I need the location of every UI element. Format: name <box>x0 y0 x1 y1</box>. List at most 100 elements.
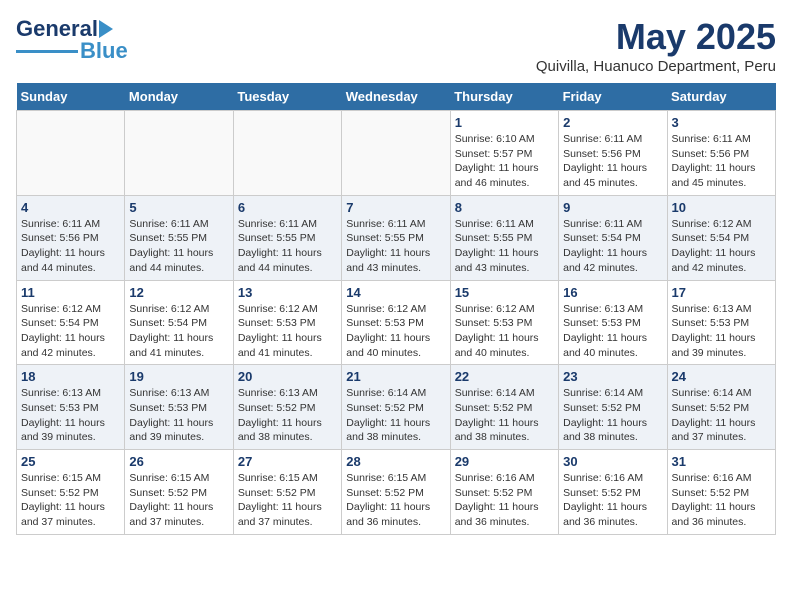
day-number: 29 <box>455 454 554 469</box>
day-info: Sunrise: 6:12 AM Sunset: 5:54 PM Dayligh… <box>21 302 120 361</box>
logo-arrow-icon <box>99 20 121 38</box>
day-info: Sunrise: 6:14 AM Sunset: 5:52 PM Dayligh… <box>672 386 771 445</box>
calendar-cell: 27 Sunrise: 6:15 AM Sunset: 5:52 PM Dayli… <box>233 450 341 535</box>
calendar-cell: 25 Sunrise: 6:15 AM Sunset: 5:52 PM Dayli… <box>17 450 125 535</box>
day-info: Sunrise: 6:12 AM Sunset: 5:54 PM Dayligh… <box>129 302 228 361</box>
calendar-cell: 30Sunrise: 6:16 AM Sunset: 5:52 PM Dayli… <box>559 450 667 535</box>
day-info: Sunrise: 6:11 AM Sunset: 5:55 PM Dayligh… <box>455 217 554 276</box>
weekday-header-sunday: Sunday <box>17 83 125 111</box>
day-number: 31 <box>672 454 771 469</box>
calendar-cell: 2 Sunrise: 6:11 AM Sunset: 5:56 PM Daylig… <box>559 111 667 196</box>
calendar-cell <box>342 111 450 196</box>
day-info: Sunrise: 6:13 AM Sunset: 5:53 PM Dayligh… <box>21 386 120 445</box>
day-info: Sunrise: 6:11 AM Sunset: 5:55 PM Dayligh… <box>346 217 445 276</box>
day-number: 9 <box>563 200 662 215</box>
day-number: 10 <box>672 200 771 215</box>
day-number: 7 <box>346 200 445 215</box>
day-info: Sunrise: 6:13 AM Sunset: 5:52 PM Dayligh… <box>238 386 337 445</box>
day-info: Sunrise: 6:15 AM Sunset: 5:52 PM Dayligh… <box>129 471 228 530</box>
day-number: 20 <box>238 369 337 384</box>
day-number: 23 <box>563 369 662 384</box>
day-number: 2 <box>563 115 662 130</box>
title-section: May 2025 Quivilla, Huanuco Department, P… <box>536 16 776 75</box>
day-info: Sunrise: 6:14 AM Sunset: 5:52 PM Dayligh… <box>346 386 445 445</box>
day-info: Sunrise: 6:11 AM Sunset: 5:55 PM Dayligh… <box>129 217 228 276</box>
day-number: 11 <box>21 285 120 300</box>
day-number: 15 <box>455 285 554 300</box>
calendar-cell: 12 Sunrise: 6:12 AM Sunset: 5:54 PM Dayli… <box>125 280 233 365</box>
day-number: 8 <box>455 200 554 215</box>
weekday-header-friday: Friday <box>559 83 667 111</box>
weekday-header-wednesday: Wednesday <box>342 83 450 111</box>
day-number: 27 <box>238 454 337 469</box>
day-info: Sunrise: 6:16 AM Sunset: 5:52 PM Dayligh… <box>672 471 771 530</box>
day-number: 17 <box>672 285 771 300</box>
calendar-cell: 19Sunrise: 6:13 AM Sunset: 5:53 PM Dayli… <box>125 365 233 450</box>
calendar-cell: 29 Sunrise: 6:16 AM Sunset: 5:52 PM Dayli… <box>450 450 558 535</box>
calendar-cell <box>233 111 341 196</box>
day-info: Sunrise: 6:15 AM Sunset: 5:52 PM Dayligh… <box>238 471 337 530</box>
calendar-cell: 1Sunrise: 6:10 AM Sunset: 5:57 PM Daylig… <box>450 111 558 196</box>
day-number: 3 <box>672 115 771 130</box>
calendar-cell: 15Sunrise: 6:12 AM Sunset: 5:53 PM Dayli… <box>450 280 558 365</box>
calendar-cell: 16Sunrise: 6:13 AM Sunset: 5:53 PM Dayli… <box>559 280 667 365</box>
day-info: Sunrise: 6:15 AM Sunset: 5:52 PM Dayligh… <box>346 471 445 530</box>
calendar-cell: 14Sunrise: 6:12 AM Sunset: 5:53 PM Dayli… <box>342 280 450 365</box>
page-header: General Blue May 2025 Quivilla, Huanuco … <box>16 16 776 75</box>
day-info: Sunrise: 6:11 AM Sunset: 5:56 PM Dayligh… <box>672 132 771 191</box>
weekday-header-tuesday: Tuesday <box>233 83 341 111</box>
day-info: Sunrise: 6:11 AM Sunset: 5:56 PM Dayligh… <box>563 132 662 191</box>
calendar-week-row: 25 Sunrise: 6:15 AM Sunset: 5:52 PM Dayli… <box>17 450 776 535</box>
day-info: Sunrise: 6:11 AM Sunset: 5:54 PM Dayligh… <box>563 217 662 276</box>
day-info: Sunrise: 6:14 AM Sunset: 5:52 PM Dayligh… <box>563 386 662 445</box>
day-info: Sunrise: 6:16 AM Sunset: 5:52 PM Dayligh… <box>563 471 662 530</box>
calendar-week-row: 1Sunrise: 6:10 AM Sunset: 5:57 PM Daylig… <box>17 111 776 196</box>
calendar-cell: 17Sunrise: 6:13 AM Sunset: 5:53 PM Dayli… <box>667 280 775 365</box>
day-info: Sunrise: 6:14 AM Sunset: 5:52 PM Dayligh… <box>455 386 554 445</box>
logo: General Blue <box>16 16 128 64</box>
calendar-cell: 13 Sunrise: 6:12 AM Sunset: 5:53 PM Dayli… <box>233 280 341 365</box>
day-info: Sunrise: 6:12 AM Sunset: 5:53 PM Dayligh… <box>238 302 337 361</box>
day-number: 12 <box>129 285 228 300</box>
calendar-cell: 9 Sunrise: 6:11 AM Sunset: 5:54 PM Daylig… <box>559 195 667 280</box>
calendar-cell: 5 Sunrise: 6:11 AM Sunset: 5:55 PM Daylig… <box>125 195 233 280</box>
calendar-header-row: SundayMondayTuesdayWednesdayThursdayFrid… <box>17 83 776 111</box>
calendar-cell: 18 Sunrise: 6:13 AM Sunset: 5:53 PM Dayli… <box>17 365 125 450</box>
day-info: Sunrise: 6:10 AM Sunset: 5:57 PM Dayligh… <box>455 132 554 191</box>
calendar-week-row: 18 Sunrise: 6:13 AM Sunset: 5:53 PM Dayli… <box>17 365 776 450</box>
calendar-week-row: 11 Sunrise: 6:12 AM Sunset: 5:54 PM Dayli… <box>17 280 776 365</box>
day-info: Sunrise: 6:13 AM Sunset: 5:53 PM Dayligh… <box>129 386 228 445</box>
day-number: 13 <box>238 285 337 300</box>
calendar-cell: 10 Sunrise: 6:12 AM Sunset: 5:54 PM Dayli… <box>667 195 775 280</box>
day-number: 28 <box>346 454 445 469</box>
calendar-cell: 23 Sunrise: 6:14 AM Sunset: 5:52 PM Dayli… <box>559 365 667 450</box>
calendar-cell: 6 Sunrise: 6:11 AM Sunset: 5:55 PM Daylig… <box>233 195 341 280</box>
day-number: 6 <box>238 200 337 215</box>
day-number: 24 <box>672 369 771 384</box>
day-info: Sunrise: 6:12 AM Sunset: 5:53 PM Dayligh… <box>346 302 445 361</box>
calendar-cell: 26 Sunrise: 6:15 AM Sunset: 5:52 PM Dayli… <box>125 450 233 535</box>
month-title: May 2025 <box>536 16 776 58</box>
calendar-cell: 24 Sunrise: 6:14 AM Sunset: 5:52 PM Dayli… <box>667 365 775 450</box>
calendar-cell <box>125 111 233 196</box>
day-info: Sunrise: 6:15 AM Sunset: 5:52 PM Dayligh… <box>21 471 120 530</box>
day-number: 26 <box>129 454 228 469</box>
day-number: 22 <box>455 369 554 384</box>
day-info: Sunrise: 6:13 AM Sunset: 5:53 PM Dayligh… <box>563 302 662 361</box>
calendar-cell: 31 Sunrise: 6:16 AM Sunset: 5:52 PM Dayli… <box>667 450 775 535</box>
calendar-cell: 4Sunrise: 6:11 AM Sunset: 5:56 PM Daylig… <box>17 195 125 280</box>
day-number: 18 <box>21 369 120 384</box>
calendar-cell: 20 Sunrise: 6:13 AM Sunset: 5:52 PM Dayli… <box>233 365 341 450</box>
day-info: Sunrise: 6:12 AM Sunset: 5:54 PM Dayligh… <box>672 217 771 276</box>
weekday-header-monday: Monday <box>125 83 233 111</box>
day-number: 5 <box>129 200 228 215</box>
day-info: Sunrise: 6:11 AM Sunset: 5:55 PM Dayligh… <box>238 217 337 276</box>
day-number: 25 <box>21 454 120 469</box>
logo-blue: Blue <box>80 38 128 64</box>
day-info: Sunrise: 6:16 AM Sunset: 5:52 PM Dayligh… <box>455 471 554 530</box>
calendar-cell: 28 Sunrise: 6:15 AM Sunset: 5:52 PM Dayli… <box>342 450 450 535</box>
location: Quivilla, Huanuco Department, Peru <box>536 58 776 75</box>
calendar-cell: 3 Sunrise: 6:11 AM Sunset: 5:56 PM Daylig… <box>667 111 775 196</box>
calendar-table: SundayMondayTuesdayWednesdayThursdayFrid… <box>16 83 776 535</box>
day-number: 21 <box>346 369 445 384</box>
